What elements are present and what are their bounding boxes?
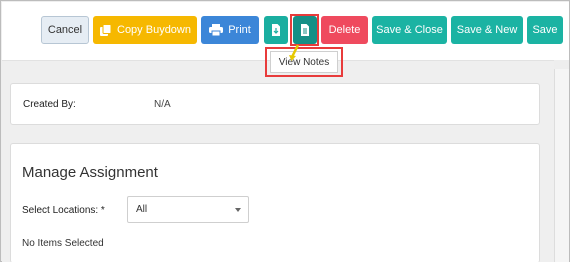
chevron-down-icon (235, 208, 241, 212)
tooltip-highlight-box (265, 47, 343, 77)
assignment-card: Manage Assignment Select Locations: * Al… (10, 143, 540, 262)
save-button[interactable]: Save (527, 16, 563, 44)
copy-buydown-button[interactable]: Copy Buydown (93, 16, 197, 44)
delete-label: Delete (328, 24, 361, 36)
print-label: Print (228, 24, 251, 36)
save-new-label: Save & New (456, 24, 518, 36)
select-locations-label: Select Locations: * (22, 205, 105, 216)
download-icon (271, 24, 281, 36)
download-button[interactable] (264, 16, 288, 44)
save-close-label: Save & Close (376, 24, 443, 36)
locations-select[interactable]: All (127, 196, 249, 223)
cancel-button-label: Cancel (47, 24, 83, 36)
print-icon (209, 24, 224, 36)
highlight-box (290, 14, 319, 46)
details-card: Created By: N/A (10, 83, 540, 125)
locations-select-value: All (136, 204, 148, 215)
annotation-arrow (289, 44, 300, 61)
copy-icon (99, 23, 112, 37)
created-by-label: Created By: (23, 99, 76, 110)
save-label: Save (532, 24, 558, 36)
created-by-value: N/A (154, 99, 171, 110)
print-button[interactable]: Print (201, 16, 259, 44)
save-close-button[interactable]: Save & Close (372, 16, 447, 44)
save-new-button[interactable]: Save & New (451, 16, 523, 44)
scrollbar[interactable] (554, 69, 569, 262)
section-title: Manage Assignment (22, 164, 158, 181)
window-frame: Cancel Copy Buydown Print Delete Save & … (0, 0, 570, 262)
empty-message: No Items Selected (22, 238, 104, 249)
copy-buydown-label: Copy Buydown (117, 24, 191, 36)
delete-button[interactable]: Delete (321, 16, 368, 44)
cancel-button[interactable]: Cancel (41, 16, 89, 44)
